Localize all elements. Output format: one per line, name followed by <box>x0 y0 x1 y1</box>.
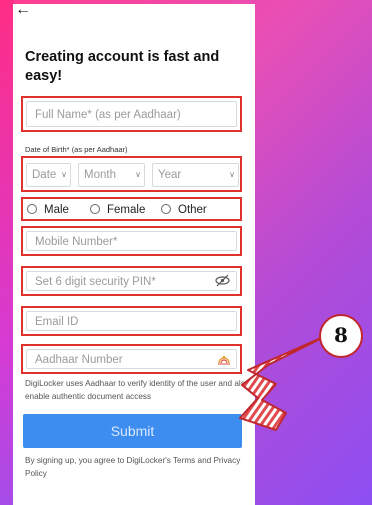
step-number-badge: 8 <box>319 314 363 358</box>
annotation-arrow-icon <box>239 332 333 431</box>
